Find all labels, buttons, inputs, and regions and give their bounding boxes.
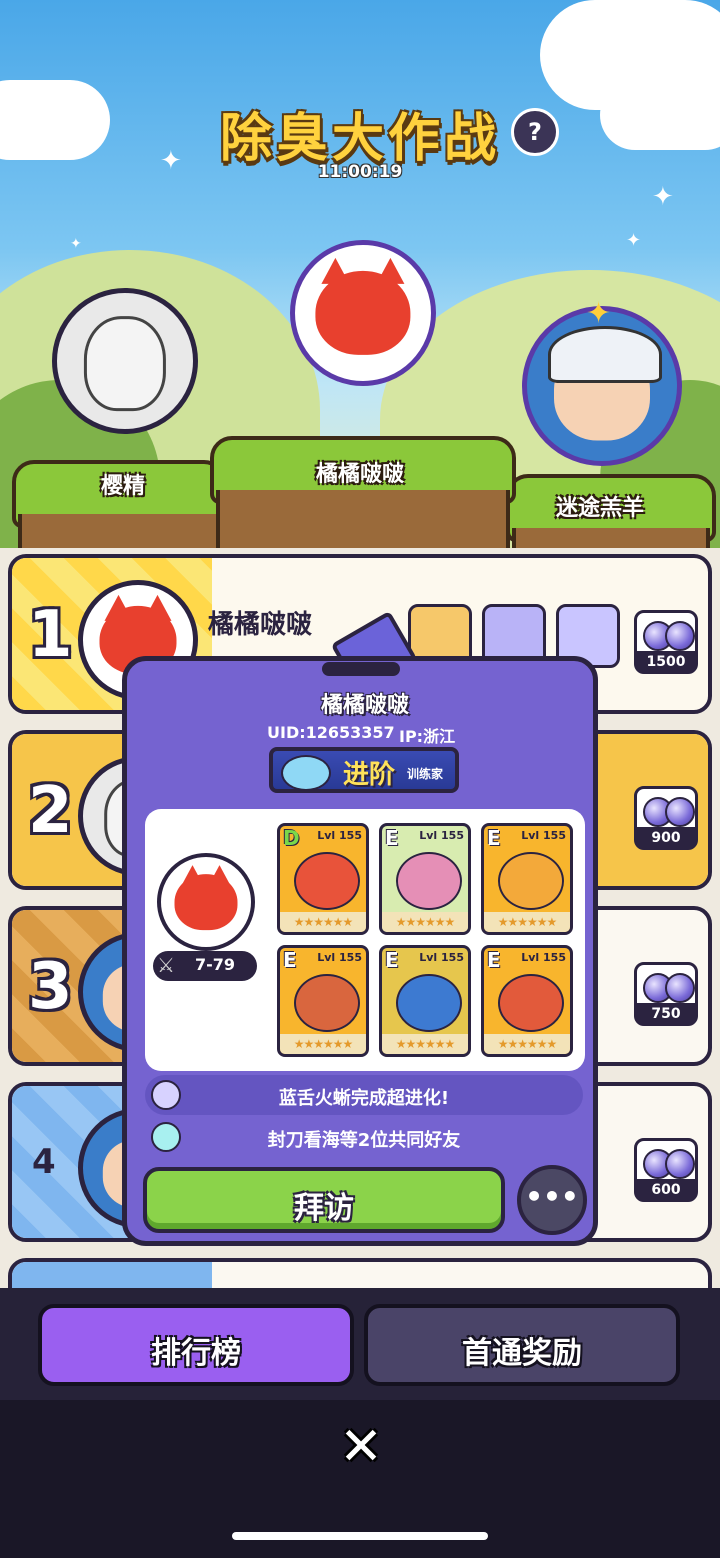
pet-grade: E [283, 948, 297, 972]
countdown-timer: 11:00:19 [317, 162, 403, 182]
podium-dirt [18, 514, 220, 550]
pet-stars: ★★★★★★ [484, 912, 570, 932]
mutual-friends[interactable]: 封刀看海等2位共同好友 [145, 1117, 583, 1157]
podium-dirt [512, 528, 710, 550]
lion-creature-icon [498, 852, 564, 910]
close-button[interactable]: ✕ [334, 1420, 388, 1474]
sketch-portrait [83, 315, 167, 412]
pet-level: Lvl 155 [419, 829, 464, 842]
reward-orbs[interactable]: 900 [634, 786, 698, 850]
podium-first [210, 436, 516, 550]
pet-card[interactable]: E Lvl 155 ★★★★★★ [481, 823, 573, 935]
event-title: 除臭大作战 [219, 109, 500, 169]
podium-avatar-first[interactable] [290, 240, 436, 386]
rank-number: 4 [32, 1142, 56, 1182]
fox-portrait [174, 865, 238, 930]
crown-star-icon: ✦ [586, 296, 612, 331]
pet-stars: ★★★★★★ [382, 912, 468, 932]
reward-orbs[interactable]: 600 [634, 1138, 698, 1202]
orb-icon [665, 621, 695, 651]
profile-ip: IP:浙江 [399, 727, 456, 746]
badge-subtitle: 训练家 [407, 767, 444, 781]
visit-button-label: 拜访 [294, 1191, 354, 1226]
team-card: ⚔ 7-79 D Lvl 155 ★★★★★★ E Lvl 155 ★★★★★★… [145, 809, 585, 1071]
event-scene: ✦ ✦ ✦ ✦ 除臭大作战 ? 11:00:19 ✦ 樱精 橘橘啵啵 迷途羔羊 [0, 0, 720, 550]
tab-ranking-label: 排行榜 [151, 1336, 241, 1371]
help-button[interactable]: ? [511, 108, 559, 156]
reward-amount: 600 [635, 1179, 697, 1201]
rank-number: 2 [28, 774, 73, 848]
profile-name: 橘橘啵啵 [320, 693, 409, 718]
reward-amount: 1500 [635, 651, 697, 673]
pet-grade: E [385, 826, 399, 850]
sparkle-icon: ✦ [626, 230, 642, 251]
pet-grade: E [487, 826, 501, 850]
podium-name-third: 迷途羔羊 [555, 496, 644, 521]
home-indicator[interactable] [232, 1532, 488, 1540]
rank-band [12, 1262, 212, 1288]
popup-notch [322, 662, 400, 676]
penguin-icon [281, 755, 331, 791]
fox-portrait [315, 257, 411, 356]
profile-uid: UID:12653357 [267, 723, 395, 742]
reward-orbs[interactable]: 750 [634, 962, 698, 1026]
tab-first-clear-label: 首通奖励 [462, 1336, 582, 1371]
pet-stars: ★★★★★★ [280, 912, 366, 932]
pet-card[interactable]: E Lvl 155 ★★★★★★ [277, 945, 369, 1057]
pet-grade: E [487, 948, 501, 972]
rank-number: 3 [28, 950, 73, 1024]
pet-level: Lvl 155 [317, 829, 362, 842]
pet-stars: ★★★★★★ [484, 1034, 570, 1054]
mutual-friends-text: 封刀看海等2位共同好友 [267, 1130, 461, 1151]
pet-card[interactable]: E Lvl 155 ★★★★★★ [379, 945, 471, 1057]
pet-grade: D [283, 826, 300, 850]
stage-level-text: 7-79 [195, 955, 236, 974]
podium-name-first: 橘橘啵啵 [315, 462, 404, 487]
podium-avatar-second[interactable] [52, 288, 198, 434]
reward-amount: 750 [635, 1003, 697, 1025]
crossed-swords-icon: ⚔ [157, 953, 175, 977]
news-banner: 蓝舌火蜥完成超进化! [145, 1075, 583, 1115]
pet-card[interactable]: E Lvl 155 ★★★★★★ [481, 945, 573, 1057]
bunny-creature-icon [498, 974, 564, 1032]
cap-icon [548, 326, 662, 383]
sparkle-icon: ✦ [652, 182, 674, 212]
podium-name-second: 樱精 [100, 474, 145, 499]
orb-icon [665, 797, 695, 827]
pet-level: Lvl 155 [419, 951, 464, 964]
reward-orbs[interactable]: 1500 [634, 610, 698, 674]
reward-amount: 900 [635, 827, 697, 849]
orb-icon [665, 1149, 695, 1179]
bottom-tab-bar: 排行榜 首通奖励 [0, 1288, 720, 1400]
pet-level: Lvl 155 [521, 951, 566, 964]
podium-dirt [216, 490, 510, 550]
mantis-creature-icon [396, 852, 462, 910]
player-profile-popup: 橘橘啵啵 UID:12653357 IP:浙江 进阶 训练家 ⚔ 7-79 D … [122, 656, 598, 1246]
trainer-rank-badge: 进阶 训练家 [269, 747, 459, 793]
leaderboard-row[interactable] [8, 1258, 712, 1288]
player-name: 橘橘啵啵 [208, 610, 313, 640]
avatar [157, 853, 255, 951]
pet-grade: E [385, 948, 399, 972]
rank-number: 1 [28, 598, 73, 672]
pet-level: Lvl 155 [317, 951, 362, 964]
orb-icon [665, 973, 695, 1003]
pet-stars: ★★★★★★ [382, 1034, 468, 1054]
sparkle-icon: ✦ [70, 236, 82, 252]
stage-level: ⚔ 7-79 [153, 951, 257, 981]
pet-card[interactable]: E Lvl 155 ★★★★★★ [379, 823, 471, 935]
more-options-button[interactable]: ••• [517, 1165, 587, 1235]
badge-title: 进阶 [343, 760, 396, 790]
news-text: 蓝舌火蜥完成超进化! [278, 1088, 450, 1109]
blue-spirit-creature-icon [396, 974, 462, 1032]
pet-card[interactable]: D Lvl 155 ★★★★★★ [277, 823, 369, 935]
frog-creature-icon [294, 974, 360, 1032]
pet-stars: ★★★★★★ [280, 1034, 366, 1054]
dragon-creature-icon [294, 852, 360, 910]
tab-first-clear-reward[interactable]: 首通奖励 [364, 1304, 680, 1386]
visit-button[interactable]: 拜访 [143, 1167, 505, 1233]
tab-ranking[interactable]: 排行榜 [38, 1304, 354, 1386]
pet-level: Lvl 155 [521, 829, 566, 842]
